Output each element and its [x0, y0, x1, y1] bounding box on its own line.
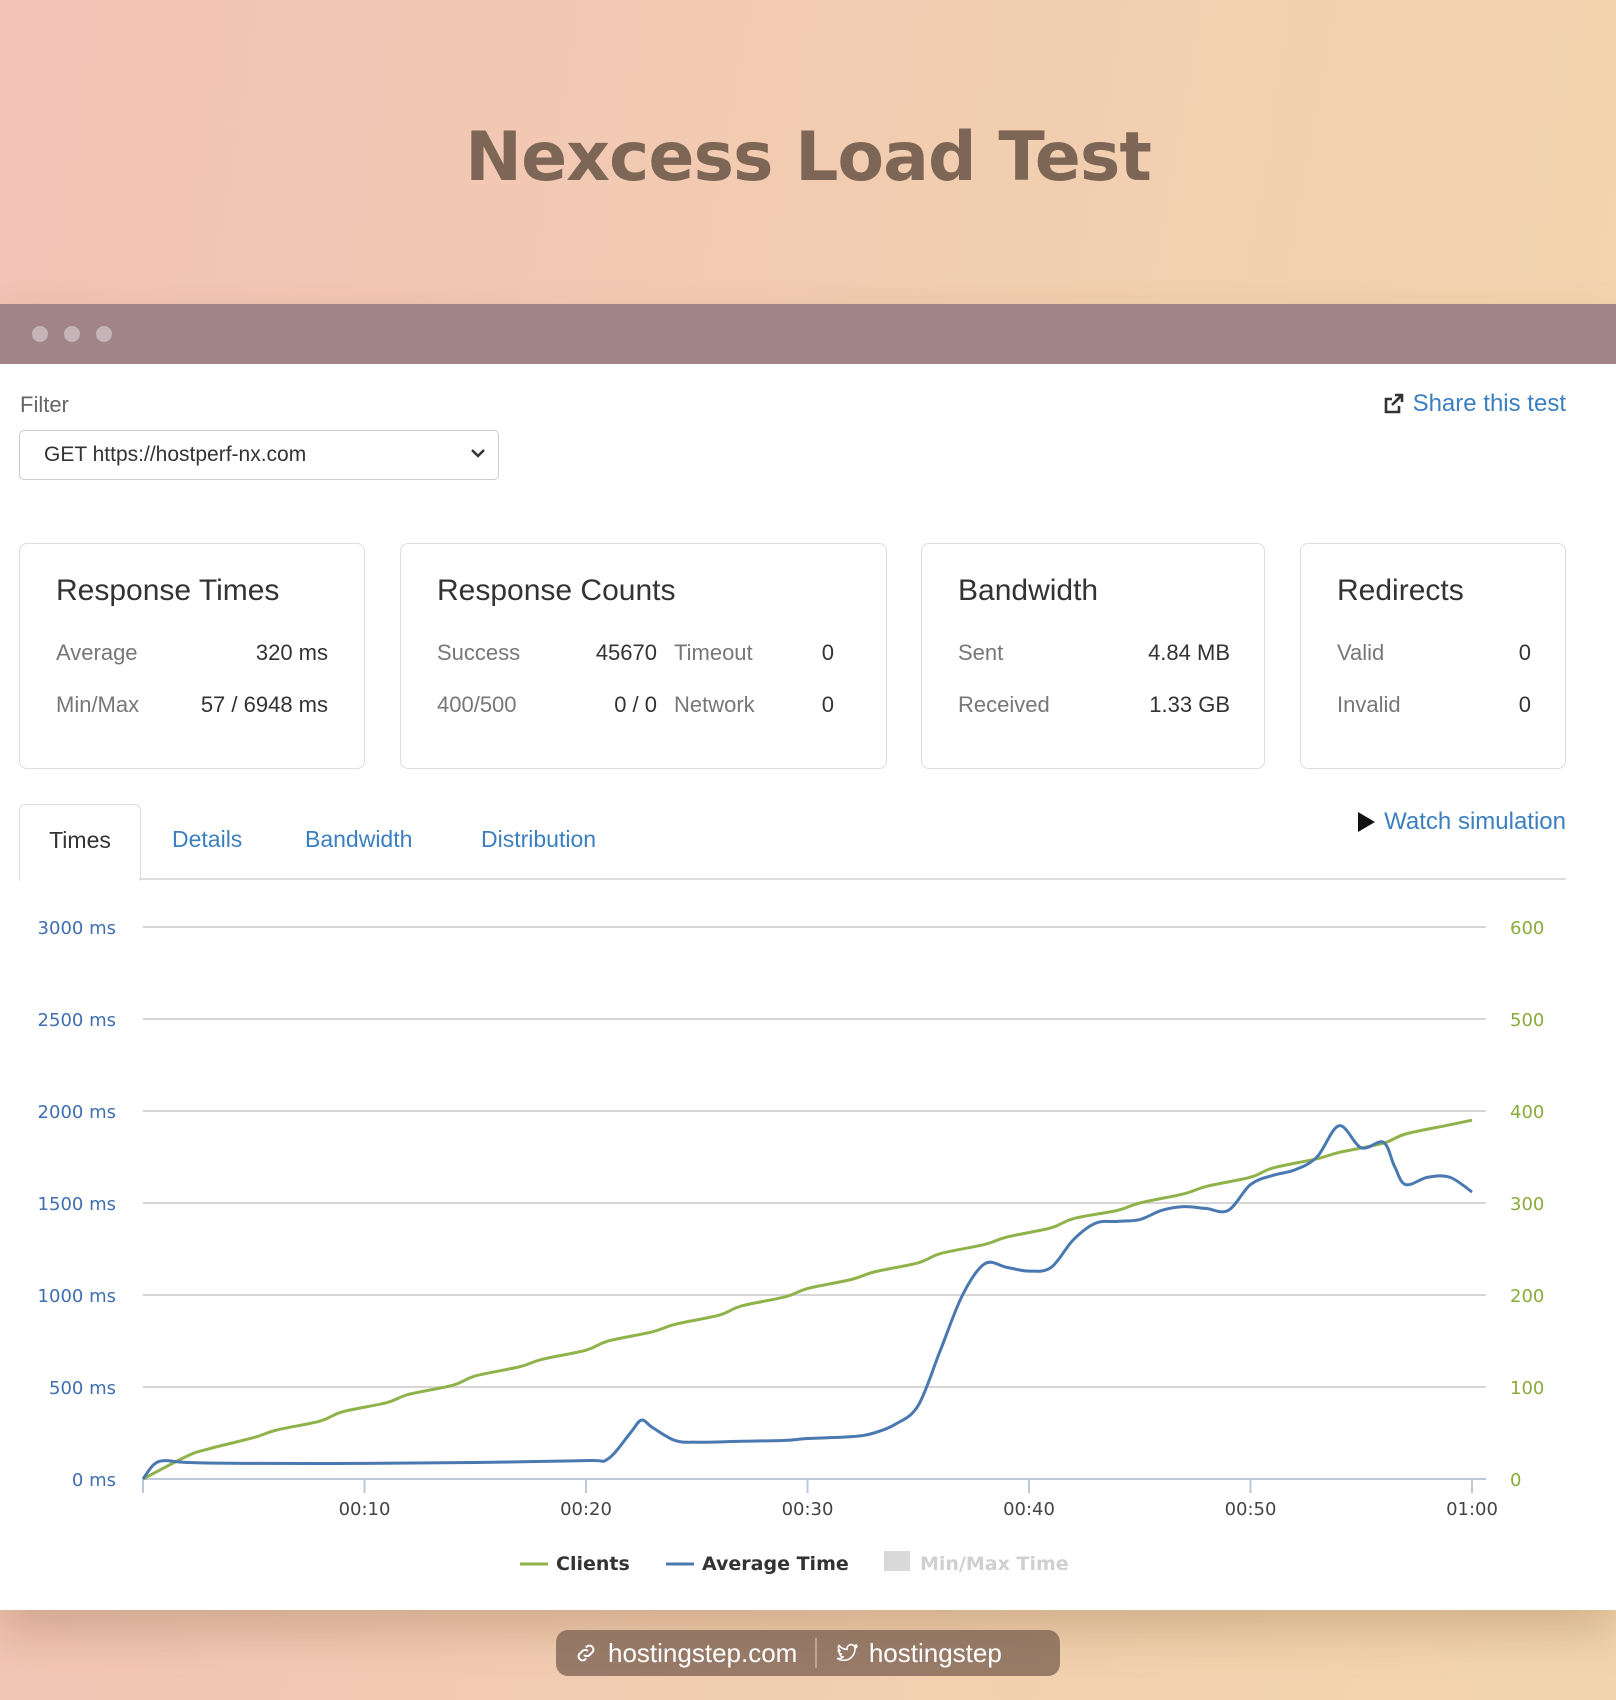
legend-item-average-time: Average Time: [702, 1553, 849, 1575]
y-left-tick-label: 0 ms: [72, 1470, 116, 1491]
y-left-tick-label: 2500 ms: [38, 1010, 116, 1031]
footer-site-label: hostingstep.com: [608, 1637, 798, 1668]
footer-site[interactable]: hostingstep.com: [556, 1638, 797, 1669]
x-tick-label: 00:30: [782, 1499, 834, 1520]
y-right-tick-label: 400: [1510, 1102, 1544, 1123]
y-left-tick-label: 2000 ms: [38, 1102, 116, 1123]
y-left-tick-label: 1000 ms: [38, 1286, 116, 1307]
y-right-tick-label: 300: [1510, 1194, 1544, 1215]
y-right-tick-label: 200: [1510, 1286, 1544, 1307]
series-line-average-time: [141, 1124, 1473, 1480]
y-right-tick-label: 100: [1510, 1378, 1544, 1399]
legend-item-clients: Clients: [556, 1553, 630, 1575]
link-icon: [577, 1644, 595, 1662]
x-tick-label: 00:40: [1003, 1499, 1055, 1520]
y-left-tick-label: 3000 ms: [38, 918, 116, 939]
page-title: Nexcess Load Test: [465, 118, 1152, 197]
legend-swatch-min-max-time: [884, 1551, 910, 1571]
legend-item-min-max-time: Min/Max Time: [920, 1553, 1069, 1575]
y-right-tick-label: 500: [1510, 1010, 1544, 1031]
footer-twitter[interactable]: hostingstep: [817, 1638, 1002, 1669]
twitter-bird-icon: [836, 1643, 858, 1662]
browser-window: Filter GET https://hostperf-nx.com Share…: [0, 304, 1616, 1610]
y-left-tick-label: 1500 ms: [38, 1194, 116, 1215]
y-right-tick-label: 0: [1510, 1470, 1521, 1491]
x-tick-label: 01:00: [1446, 1499, 1498, 1520]
y-right-tick-label: 600: [1510, 918, 1544, 939]
times-chart: 0 ms 0 500 ms 100 1000 ms 200 1500 ms 300 2000 m…: [38, 918, 1545, 1575]
y-left-tick-label: 500 ms: [49, 1378, 116, 1399]
footer-twitter-label: hostingstep: [868, 1637, 1002, 1668]
footer-credit: hostingstep.com hostingstep: [556, 1630, 1060, 1676]
x-tick-label: 00:50: [1225, 1499, 1277, 1520]
x-tick-label: 00:10: [339, 1499, 391, 1520]
x-tick-label: 00:20: [560, 1499, 612, 1520]
